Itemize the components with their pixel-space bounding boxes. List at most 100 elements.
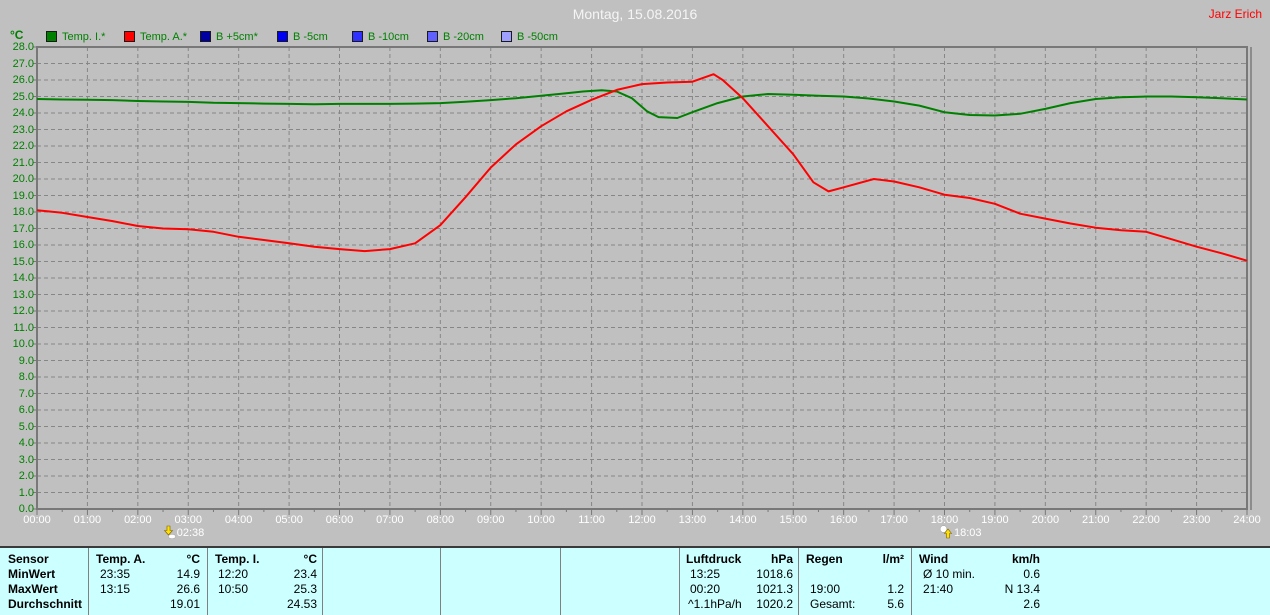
table-cell: 13:25: [690, 567, 721, 581]
table-cell: 00:20: [690, 582, 721, 596]
y-tick-label: 15.0: [12, 255, 34, 268]
table-row-label: Durchschnitt: [8, 597, 83, 611]
table-cell: 13:15: [100, 582, 131, 596]
table-row-label: Sensor: [8, 552, 49, 566]
x-tick-label: 19:00: [981, 514, 1009, 526]
y-tick-label: 18.0: [12, 206, 34, 218]
table-cell: 26.6: [176, 582, 200, 596]
table-row-label: MaxWert: [8, 582, 58, 596]
table-cell: 24.53: [286, 597, 317, 611]
x-tick-label: 16:00: [829, 514, 858, 526]
sunset-icon: [939, 525, 953, 539]
x-tick-label: 09:00: [476, 514, 505, 526]
y-tick-label: 20.0: [12, 173, 34, 185]
table-cell: 1020.2: [756, 597, 793, 611]
y-tick-label: 5.0: [18, 420, 34, 433]
table-cell: 10:50: [218, 582, 249, 596]
table-column-divider: [440, 548, 441, 615]
table-row-label: MinWert: [8, 567, 56, 581]
table-column-divider: [322, 548, 323, 615]
x-tick-label: 21:00: [1081, 514, 1110, 526]
x-tick-label: 07:00: [376, 514, 404, 526]
y-tick-label: 28.0: [12, 41, 34, 53]
table-cell: 1021.3: [756, 582, 793, 596]
table-cell: 23.4: [293, 567, 317, 581]
y-tick-label: 14.0: [12, 272, 34, 284]
sunrise-time: 02:38: [176, 527, 205, 539]
table-cell: 23:35: [100, 567, 131, 581]
col-unit-temp-i: °C: [303, 552, 317, 566]
col-header-temp-i: Temp. I.: [215, 552, 260, 566]
x-tick-label: 01:00: [73, 514, 102, 526]
col-unit-regen: l/m²: [882, 552, 904, 566]
x-tick-label: 24:00: [1233, 514, 1261, 526]
sunrise-icon: [163, 525, 176, 539]
x-tick-label: 15:00: [779, 514, 808, 526]
y-tick-label: 13.0: [12, 288, 34, 301]
y-tick-label: 21.0: [12, 156, 34, 169]
y-tick-label: 4.0: [18, 437, 34, 449]
col-header-regen: Regen: [806, 552, 843, 566]
y-tick-label: 17.0: [12, 222, 34, 235]
y-tick-label: 23.0: [12, 123, 34, 136]
x-tick-label: 23:00: [1182, 514, 1211, 526]
table-cell: 2.6: [1023, 597, 1040, 611]
y-tick-label: 6.0: [18, 404, 34, 416]
y-tick-label: 3.0: [18, 453, 34, 466]
temperature-chart: [33, 46, 1252, 515]
y-tick-label: 24.0: [12, 107, 34, 119]
table-cell: 14.9: [176, 567, 200, 581]
table-cell: 21:40: [923, 582, 954, 596]
table-column-divider: [911, 548, 912, 615]
table-cell: 12:20: [218, 567, 249, 581]
table-column-divider: [679, 548, 680, 615]
y-tick-label: 10.0: [12, 338, 34, 350]
table-column-divider: [798, 548, 799, 615]
col-header-temp-a: Temp. A.: [96, 552, 146, 566]
x-tick-label: 14:00: [729, 514, 757, 526]
x-tick-label: 05:00: [275, 514, 303, 526]
x-tick-label: 12:00: [628, 514, 656, 526]
y-tick-label: 2.0: [18, 470, 34, 482]
y-tick-label: 22.0: [12, 140, 34, 152]
y-tick-label: 1.0: [18, 486, 34, 499]
col-unit-wind: km/h: [1011, 552, 1040, 566]
y-tick-label: 11.0: [13, 321, 34, 334]
col-unit-temp-a: °C: [186, 552, 200, 566]
x-tick-label: 04:00: [224, 514, 253, 526]
x-tick-label: 20:00: [1031, 514, 1060, 526]
y-tick-label: 25.0: [12, 90, 34, 103]
x-tick-label: 22:00: [1132, 514, 1160, 526]
weather-logger-window: { "header": { "title": "Montag, 15.08.20…: [0, 0, 1270, 615]
col-header-wind: Wind: [919, 552, 949, 566]
y-tick-label: 26.0: [12, 74, 34, 86]
y-tick-label: 12.0: [12, 305, 34, 317]
stats-table: Sensor MinWert MaxWert Durchschnitt Temp…: [0, 546, 1270, 615]
x-tick-label: 13:00: [678, 514, 707, 526]
y-tick-label: 7.0: [18, 387, 34, 400]
x-tick-label: 00:00: [23, 514, 51, 526]
x-tick-label: 17:00: [880, 514, 908, 526]
table-cell: 1.2: [887, 582, 904, 596]
col-header-luftdruck: Luftdruck: [686, 552, 742, 566]
table-cell: 19.01: [169, 597, 200, 611]
table-column-divider: [207, 548, 208, 615]
y-tick-label: 8.0: [18, 371, 34, 383]
table-cell: N 13.4: [1004, 582, 1040, 596]
table-cell: Ø 10 min.: [923, 567, 976, 581]
x-tick-label: 10:00: [527, 514, 555, 526]
table-cell: 25.3: [293, 582, 317, 596]
table-cell: 0.6: [1023, 567, 1040, 581]
x-tick-label: 11:00: [578, 514, 605, 526]
y-tick-label: 27.0: [12, 57, 34, 70]
table-cell: 1018.6: [756, 567, 793, 581]
x-tick-label: 02:00: [124, 514, 152, 526]
x-tick-label: 08:00: [426, 514, 455, 526]
y-tick-label: 9.0: [18, 354, 34, 367]
x-tick-label: 06:00: [325, 514, 354, 526]
sunset-time: 18:03: [954, 527, 982, 539]
col-unit-luftdruck: hPa: [770, 552, 793, 566]
y-tick-label: 16.0: [12, 239, 34, 251]
y-tick-label: 19.0: [12, 189, 34, 202]
table-column-divider: [88, 548, 89, 615]
